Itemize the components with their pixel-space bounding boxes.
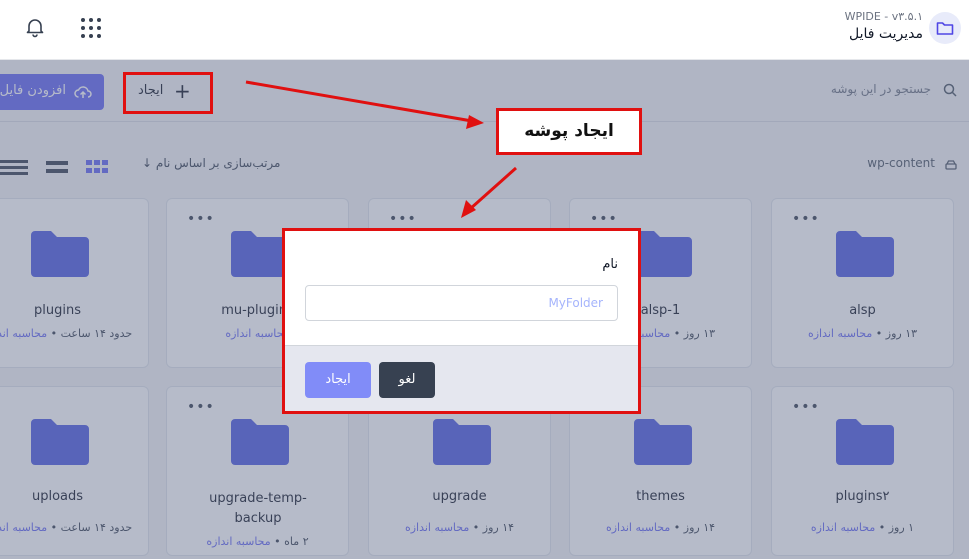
annotation-arrows [245, 80, 517, 218]
callout-label: ایجاد پوشه [496, 108, 642, 155]
